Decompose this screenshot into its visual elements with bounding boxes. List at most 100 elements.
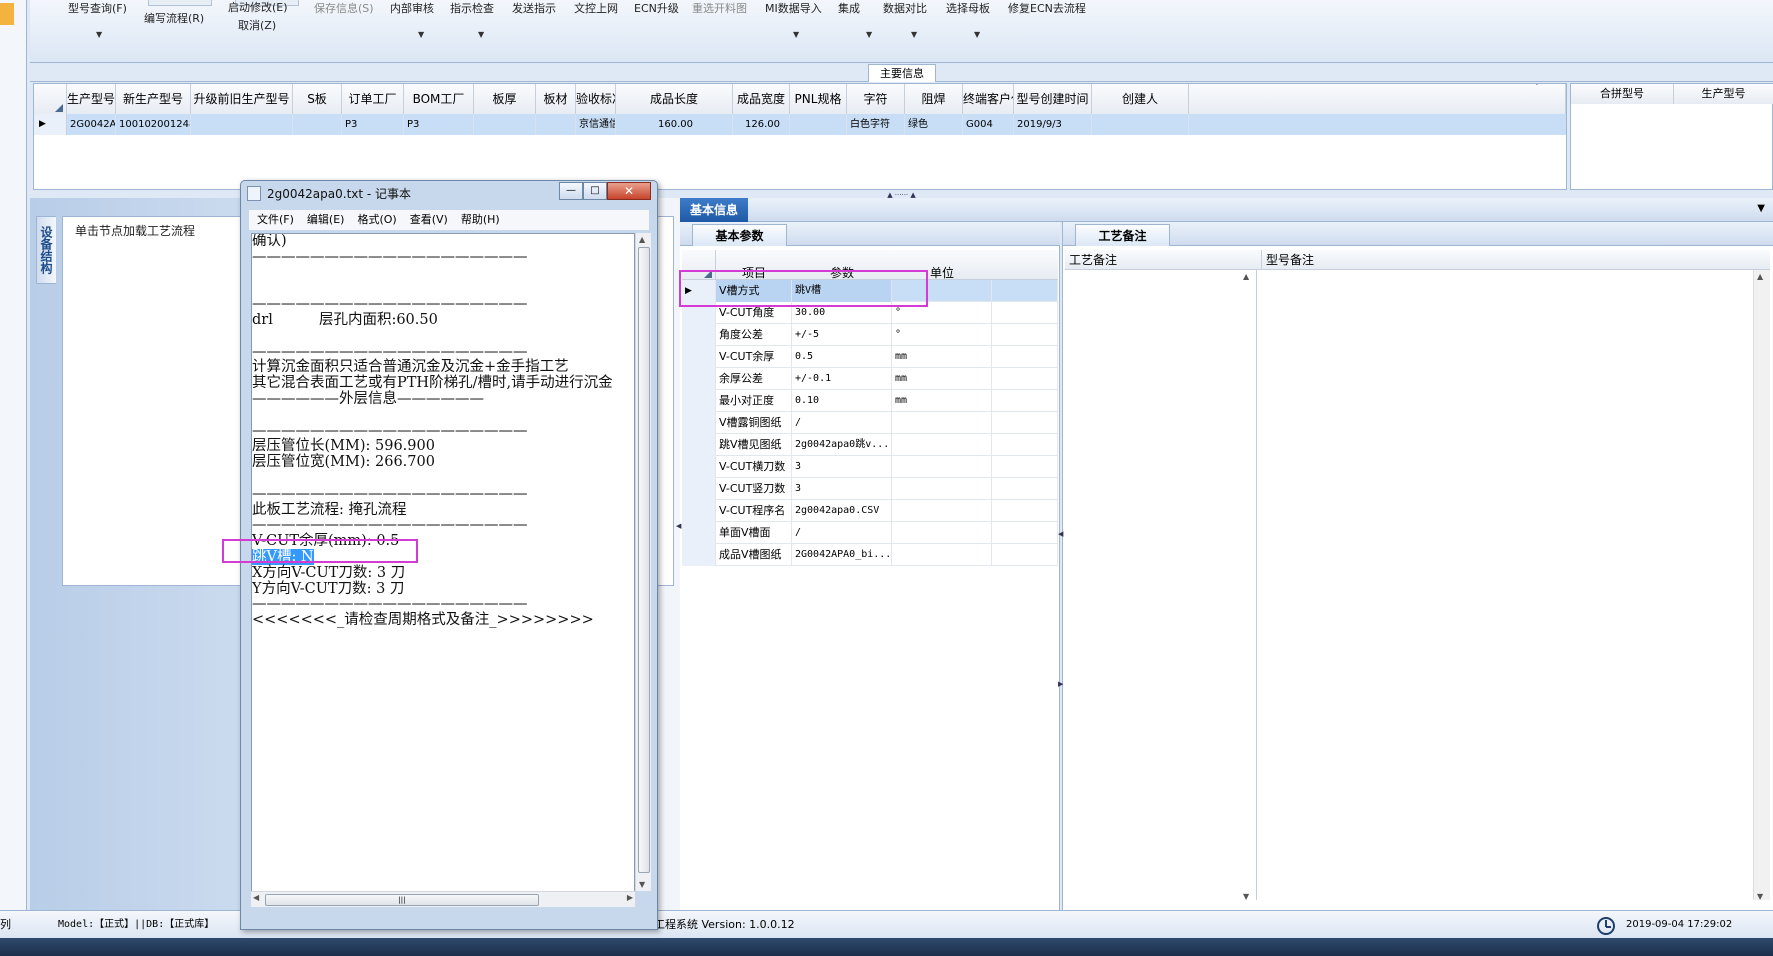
- param-cell-2[interactable]: mm: [892, 346, 992, 368]
- np-scroll-up-icon[interactable]: ▲: [639, 235, 645, 244]
- ribbon-button-9[interactable]: ECN升级: [634, 0, 679, 17]
- col-header-4[interactable]: 订单工厂: [342, 84, 404, 114]
- param-cell-2[interactable]: [892, 434, 992, 456]
- param-row[interactable]: 单面V槽面 /: [682, 522, 1058, 544]
- param-cell-2[interactable]: [892, 544, 992, 566]
- param-cell-0[interactable]: 单面V槽面: [716, 522, 792, 544]
- param-cell-1[interactable]: 2g0042apa0跳v...: [792, 434, 892, 456]
- param-cell-2[interactable]: [892, 412, 992, 434]
- col-header-3[interactable]: S板: [293, 84, 342, 114]
- param-cell-1[interactable]: 0.5: [792, 346, 892, 368]
- param-cell-2[interactable]: mm: [892, 368, 992, 390]
- col-header-0[interactable]: 生产型号: [67, 84, 116, 114]
- app-menu-button[interactable]: [0, 3, 14, 25]
- minimize-button[interactable]: —: [559, 182, 583, 200]
- ribbon-button-14[interactable]: 选择母板: [946, 0, 990, 17]
- param-cell-0[interactable]: 最小对正度: [716, 390, 792, 412]
- col-header-14[interactable]: 终端客户代码: [963, 84, 1014, 114]
- row-cell-2[interactable]: [191, 114, 293, 135]
- ribbon-button-8[interactable]: 文控上网: [574, 0, 618, 17]
- param-row[interactable]: V槽露铜图纸 /: [682, 412, 1058, 434]
- param-cell-0[interactable]: V-CUT程序名: [716, 500, 792, 522]
- np-hscroll-thumb[interactable]: |||: [265, 894, 539, 906]
- param-row[interactable]: V-CUT竖刀数 3: [682, 478, 1058, 500]
- col-header-5[interactable]: BOM工厂: [404, 84, 474, 114]
- ribbon-button-12[interactable]: 集成: [838, 0, 860, 17]
- param-row[interactable]: 余厚公差 +/-0.1 mm: [682, 368, 1058, 390]
- ribbon-button-1[interactable]: 编写流程(R): [144, 10, 204, 27]
- model-notes-scroll-down-icon[interactable]: ▼: [1757, 892, 1763, 901]
- param-cell-2[interactable]: [892, 478, 992, 500]
- col-header-7[interactable]: 板材: [536, 84, 576, 114]
- device-structure-tab[interactable]: 设备结构: [36, 216, 56, 284]
- notes-col-process[interactable]: 工艺备注: [1069, 250, 1117, 270]
- param-cell-1[interactable]: +/-5: [792, 324, 892, 346]
- notepad-vscrollbar[interactable]: ▲ ▼: [635, 233, 651, 891]
- param-cell-1[interactable]: 2G0042APA0_bi...: [792, 544, 892, 566]
- ribbon-button-11[interactable]: MI数据导入: [765, 0, 822, 17]
- row-cell-4[interactable]: P3: [342, 114, 404, 135]
- model-notes-scrollbar[interactable]: [1753, 270, 1770, 900]
- col-header-13[interactable]: 阻焊: [905, 84, 963, 114]
- param-row[interactable]: 最小对正度 0.10 mm: [682, 390, 1058, 412]
- row-cell-7[interactable]: [536, 114, 576, 135]
- ribbon-dropdown-arrow-icon[interactable]: ▼: [911, 30, 917, 39]
- np-scroll-down-icon[interactable]: ▼: [639, 880, 645, 889]
- param-cell-0[interactable]: 角度公差: [716, 324, 792, 346]
- notepad-text-area[interactable]: 确认) ——————————————————— ——————————————————…: [251, 233, 635, 907]
- tab-basic-info[interactable]: 基本信息: [680, 198, 748, 222]
- row-cell-11[interactable]: [790, 114, 847, 135]
- param-cell-0[interactable]: V槽露铜图纸: [716, 412, 792, 434]
- param-row[interactable]: V-CUT程序名 2g0042apa0.CSV: [682, 500, 1058, 522]
- param-cell-2[interactable]: [892, 500, 992, 522]
- notes-scroll-up-icon[interactable]: ▲: [1243, 272, 1249, 281]
- close-button[interactable]: ✕: [607, 182, 651, 200]
- param-row[interactable]: 角度公差 +/-5 °: [682, 324, 1058, 346]
- ribbon-dropdown-arrow-icon[interactable]: ▼: [478, 30, 484, 39]
- param-row[interactable]: V-CUT横刀数 3: [682, 456, 1058, 478]
- ribbon-button-15[interactable]: 修复ECN去流程: [1008, 0, 1086, 17]
- param-row[interactable]: 跳V槽见图纸 2g0042apa0跳v...: [682, 434, 1058, 456]
- notes-col-model[interactable]: 型号备注: [1261, 250, 1314, 270]
- ribbon-dropdown-arrow-icon[interactable]: ▼: [974, 30, 980, 39]
- param-row[interactable]: 成品V槽图纸 2G0042APA0_bi...: [682, 544, 1058, 566]
- ribbon-button-5[interactable]: 内部审核: [390, 0, 434, 17]
- notepad-menu-item-3[interactable]: 查看(V): [410, 213, 448, 226]
- param-cell-0[interactable]: V-CUT横刀数: [716, 456, 792, 478]
- param-cell-0[interactable]: 跳V槽见图纸: [716, 434, 792, 456]
- ribbon-dropdown-arrow-icon[interactable]: ▼: [866, 30, 872, 39]
- np-scroll-left-icon[interactable]: ◀: [253, 893, 259, 902]
- maximize-button[interactable]: □: [583, 182, 607, 200]
- process-notes-text[interactable]: [1065, 270, 1257, 900]
- param-cell-2[interactable]: mm: [892, 390, 992, 412]
- col-header-11[interactable]: PNL规格: [790, 84, 847, 114]
- row-cell-9[interactable]: 160.00: [616, 114, 733, 135]
- ribbon-button-4[interactable]: 保存信息(S): [314, 0, 374, 17]
- row-cell-8[interactable]: 京信通信标准: [576, 114, 616, 135]
- notepad-menu-item-4[interactable]: 帮助(H): [461, 213, 500, 226]
- row-cell-3[interactable]: [293, 114, 342, 135]
- param-cell-1[interactable]: 3: [792, 478, 892, 500]
- notepad-menu-item-1[interactable]: 编辑(E): [307, 213, 345, 226]
- col-header-1[interactable]: 新生产型号: [116, 84, 191, 114]
- col-header-15[interactable]: 型号创建时间: [1014, 84, 1092, 114]
- tab-process-notes[interactable]: 工艺备注: [1075, 224, 1170, 246]
- param-cell-1[interactable]: /: [792, 412, 892, 434]
- col-header-10[interactable]: 成品宽度: [733, 84, 790, 114]
- row-cell-5[interactable]: P3: [404, 114, 474, 135]
- row-cell-6[interactable]: [474, 114, 536, 135]
- param-cell-1[interactable]: 0.10: [792, 390, 892, 412]
- row-cell-16[interactable]: [1092, 114, 1189, 135]
- row-cell-0[interactable]: 2G0042APA0: [67, 114, 116, 135]
- ribbon-button-0[interactable]: 型号查询(F): [68, 0, 127, 17]
- param-cell-0[interactable]: 余厚公差: [716, 368, 792, 390]
- param-cell-1[interactable]: 3: [792, 456, 892, 478]
- np-scroll-right-icon[interactable]: ▶: [627, 893, 633, 902]
- model-notes-text[interactable]: [1257, 270, 1752, 900]
- ribbon-dropdown-arrow-icon[interactable]: ▼: [793, 30, 799, 39]
- ribbon-button-3[interactable]: 取消(Z): [238, 17, 276, 34]
- param-row[interactable]: V-CUT余厚 0.5 mm: [682, 346, 1058, 368]
- notepad-menu-item-0[interactable]: 文件(F): [257, 213, 294, 226]
- row-cell-10[interactable]: 126.00: [733, 114, 790, 135]
- row-cell-13[interactable]: 绿色: [905, 114, 963, 135]
